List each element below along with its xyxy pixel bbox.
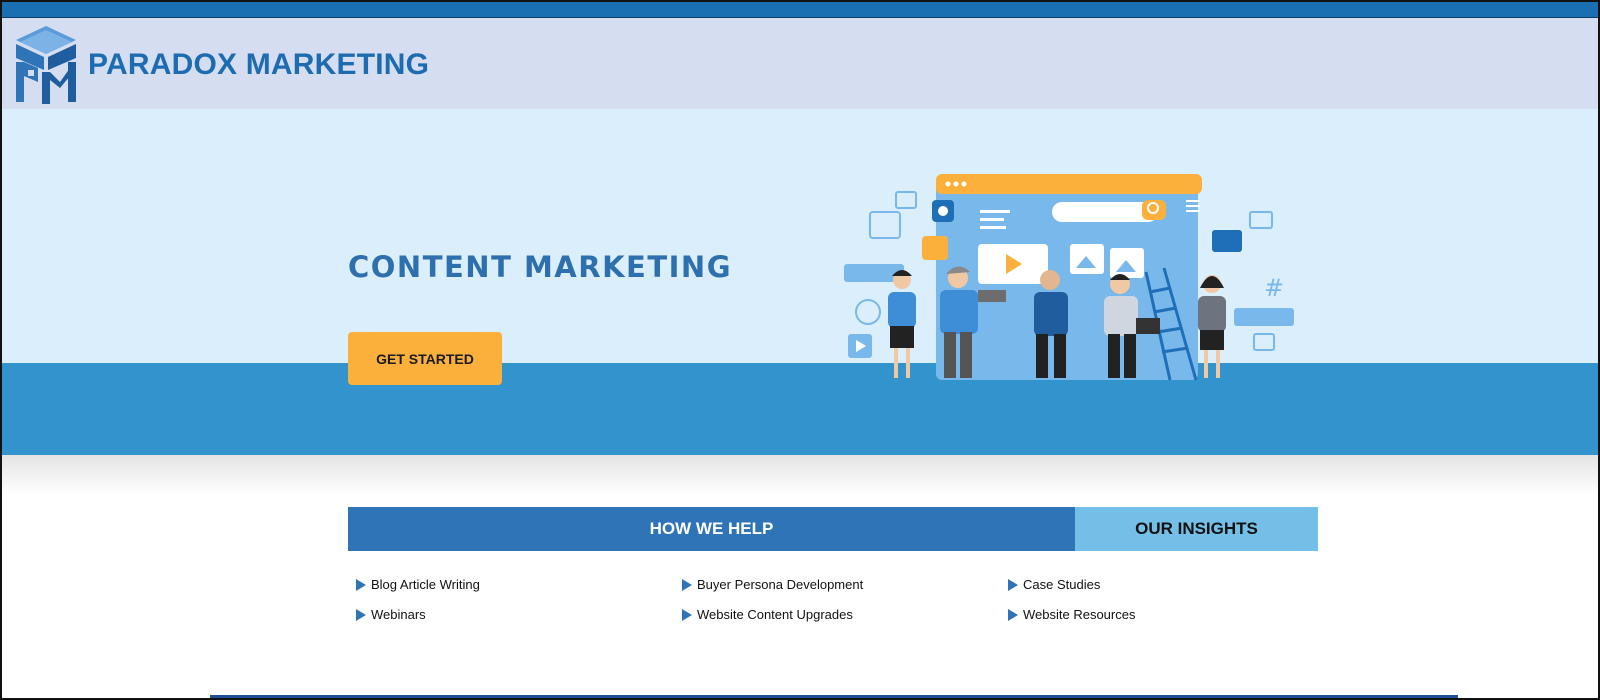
- site-header: PARADOX MARKETING: [2, 18, 1598, 109]
- get-started-button[interactable]: GET STARTED: [348, 332, 502, 385]
- brand-name[interactable]: PARADOX MARKETING: [88, 48, 429, 82]
- person-5: [1198, 275, 1226, 378]
- link-label: Webinars: [371, 607, 426, 622]
- link-website-content-upgrades[interactable]: Website Content Upgrades: [682, 607, 853, 622]
- link-label: Website Resources: [1023, 607, 1136, 622]
- play-arrow-icon: [1008, 578, 1018, 591]
- play-arrow-icon: [682, 608, 692, 621]
- top-bar: [2, 2, 1598, 18]
- link-website-resources[interactable]: Website Resources: [1008, 607, 1135, 622]
- person-1: [888, 270, 916, 378]
- svg-text:#: #: [1264, 274, 1284, 302]
- link-webinars[interactable]: Webinars: [356, 607, 426, 622]
- hero-shadow: [2, 455, 1598, 495]
- link-blog-article-writing[interactable]: Blog Article Writing: [356, 577, 480, 592]
- play-arrow-icon: [682, 578, 692, 591]
- content-marketing-illustration-icon: #: [844, 174, 1294, 381]
- link-case-studies[interactable]: Case Studies: [1008, 577, 1100, 592]
- link-label: Blog Article Writing: [371, 577, 480, 592]
- tab-how-we-help[interactable]: HOW WE HELP: [348, 507, 1075, 551]
- bottom-divider: [210, 695, 1458, 698]
- page-frame: PARADOX MARKETING CONTENT MARKETING GET …: [0, 0, 1600, 700]
- link-buyer-persona-development[interactable]: Buyer Persona Development: [682, 577, 863, 592]
- play-arrow-icon: [1008, 608, 1018, 621]
- link-label: Case Studies: [1023, 577, 1101, 592]
- hero-title: CONTENT MARKETING: [348, 250, 733, 284]
- pm-cube-logo-icon[interactable]: [14, 24, 78, 106]
- hero-band: [2, 363, 1598, 455]
- play-arrow-icon: [356, 578, 366, 591]
- tab-our-insights[interactable]: OUR INSIGHTS: [1075, 507, 1318, 551]
- tab-bar: HOW WE HELP OUR INSIGHTS: [348, 507, 1318, 551]
- link-label: Website Content Upgrades: [697, 607, 853, 622]
- link-label: Buyer Persona Development: [697, 577, 864, 592]
- play-arrow-icon: [356, 608, 366, 621]
